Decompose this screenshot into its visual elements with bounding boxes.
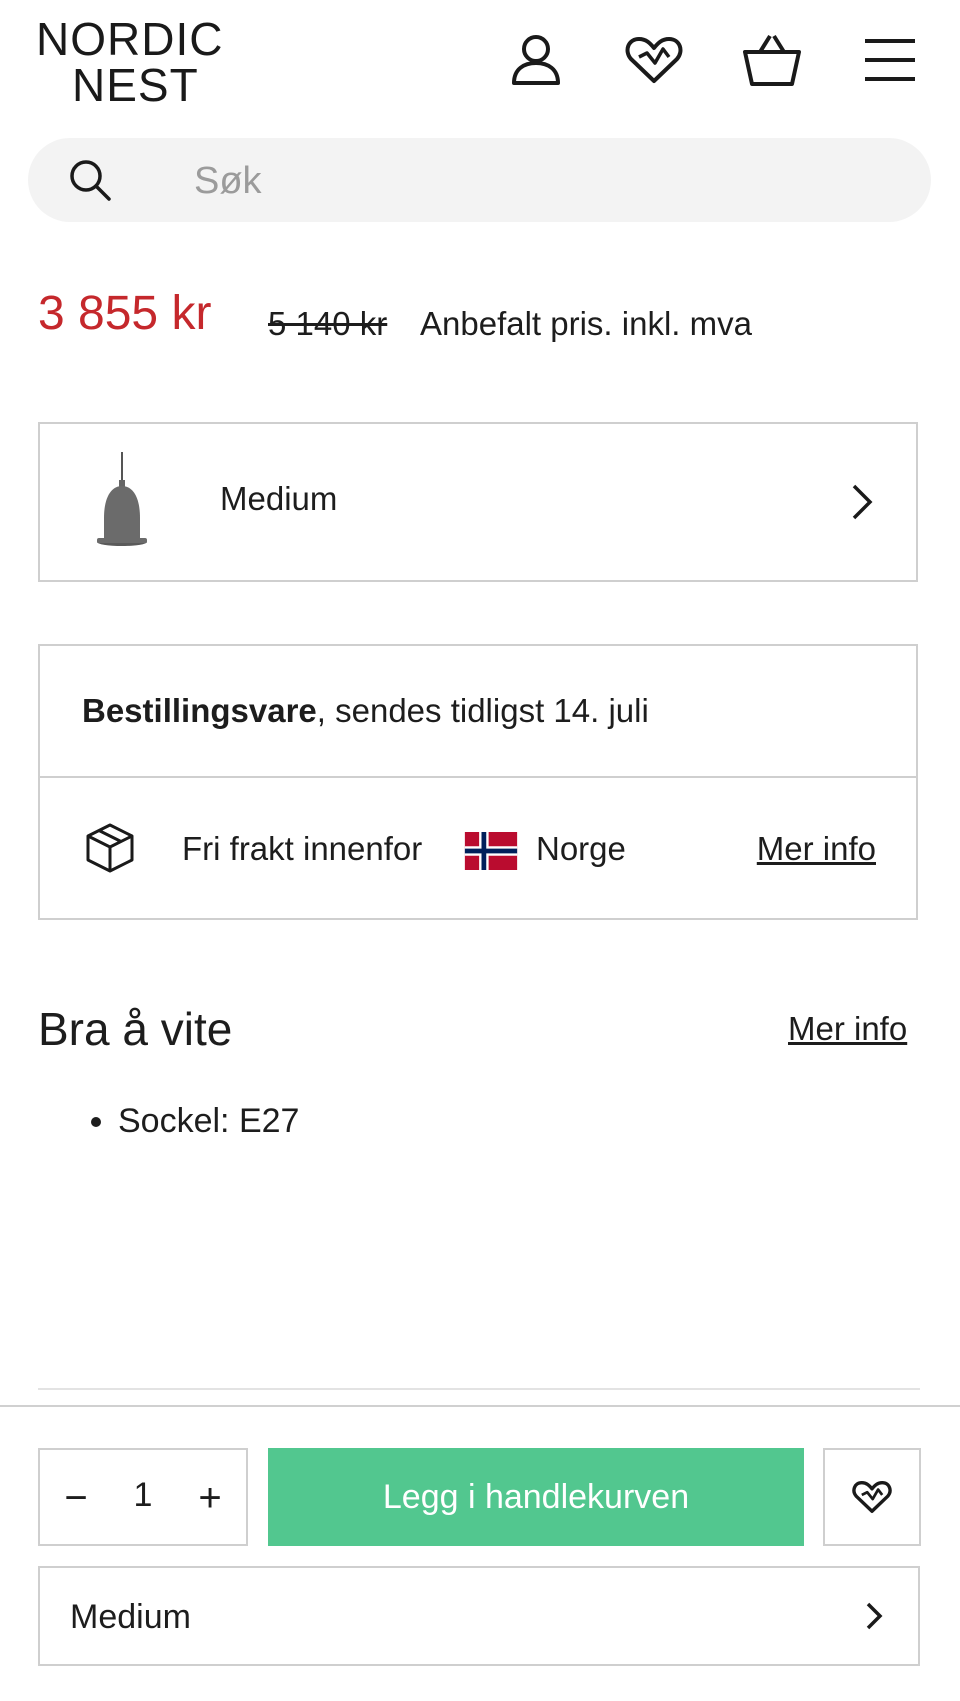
logo-line-1: NORDIC: [36, 13, 224, 65]
divider: [38, 1388, 920, 1390]
stock-status-detail: , sendes tidligst 14. juli: [316, 692, 649, 729]
quantity-stepper: − 1 +: [38, 1448, 248, 1546]
current-price: 3 855 kr: [38, 287, 212, 340]
pendant-lamp-thumbnail: [90, 452, 154, 552]
package-icon: [84, 822, 136, 874]
variant-bar-label: Medium: [70, 1598, 191, 1636]
logo-line-2: NEST: [72, 59, 199, 111]
stock-status-bold: Bestillingsvare: [82, 692, 317, 729]
free-shipping-text: Fri frakt innenfor: [182, 830, 423, 867]
variant-label: Medium: [220, 480, 338, 517]
good-to-know-more-info-link[interactable]: Mer info: [788, 1010, 907, 1048]
old-price: 5 140 kr: [268, 305, 388, 342]
shipping-more-info-link[interactable]: Mer info: [757, 830, 876, 868]
quantity-decrease-button[interactable]: −: [50, 1470, 102, 1526]
search-icon[interactable]: [68, 158, 112, 202]
variant-select-bar[interactable]: Medium: [38, 1566, 920, 1666]
good-to-know-list: Sockel: E27: [76, 1102, 299, 1141]
quantity-value: 1: [133, 1476, 153, 1514]
basket-icon[interactable]: [742, 30, 802, 90]
menu-icon[interactable]: [860, 30, 920, 90]
search-bar: [28, 138, 931, 222]
chevron-right-icon: [846, 482, 876, 522]
heart-icon: [852, 1481, 892, 1513]
chevron-right-icon: [858, 1596, 888, 1636]
sticky-bar-divider: [0, 1405, 960, 1407]
norway-flag-icon: [464, 832, 518, 870]
stock-status-text: Bestillingsvare, sendes tidligst 14. jul…: [82, 692, 649, 730]
variant-selector[interactable]: Medium: [38, 422, 918, 582]
add-to-cart-button[interactable]: Legg i handlekurven: [268, 1448, 804, 1546]
list-item: Sockel: E27: [118, 1102, 299, 1141]
good-to-know-title: Bra å vite: [38, 1003, 233, 1055]
wishlist-button[interactable]: [823, 1448, 921, 1546]
user-icon[interactable]: [506, 30, 566, 90]
price-note: Anbefalt pris. inkl. mva: [420, 305, 752, 342]
search-input[interactable]: [192, 154, 896, 208]
shipping-country: Norge: [536, 830, 626, 867]
heart-icon[interactable]: [624, 30, 684, 90]
logo[interactable]: NORDIC NEST: [36, 16, 236, 108]
quantity-increase-button[interactable]: +: [184, 1470, 236, 1526]
stock-status-row: Bestillingsvare, sendes tidligst 14. jul…: [40, 646, 916, 778]
delivery-info: Bestillingsvare, sendes tidligst 14. jul…: [38, 644, 918, 920]
